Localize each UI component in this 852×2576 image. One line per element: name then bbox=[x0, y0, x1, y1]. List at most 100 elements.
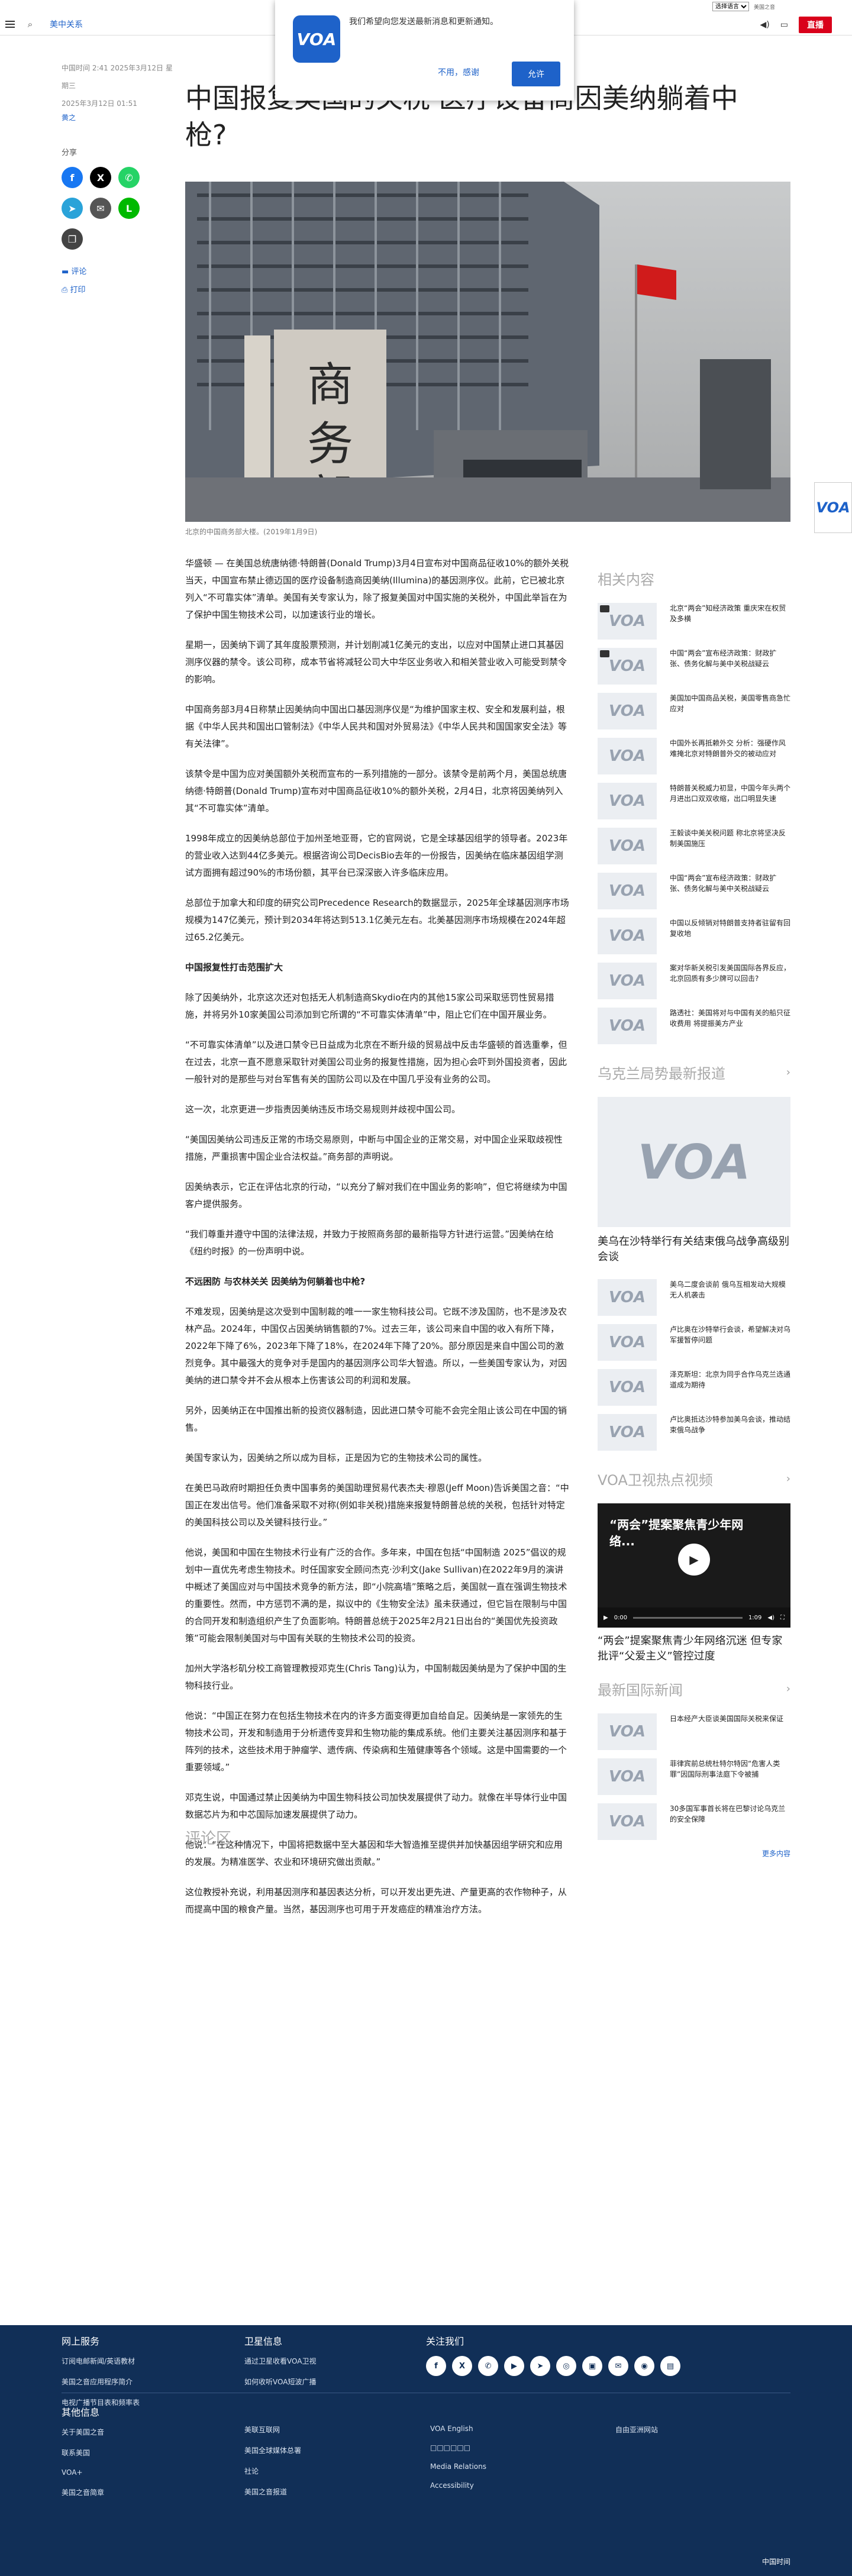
footer-link[interactable]: □□□□□□ bbox=[430, 2443, 486, 2452]
search-icon[interactable]: ⌕ bbox=[20, 19, 40, 30]
related-item[interactable]: VOA 中国外长再抵赖外交 分析：强硬作风难掩北京对特朗普外交的被动应对 bbox=[598, 738, 790, 774]
footer-link[interactable]: 美国之音报道 bbox=[244, 2487, 301, 2497]
item-title[interactable]: 案对华新关税引发美国国际各界反应，北京回质有多少牌可以回击? bbox=[670, 963, 790, 999]
more-link[interactable]: 更多内容 bbox=[598, 1848, 790, 1858]
print-link[interactable]: ⎙ 打印 bbox=[62, 283, 174, 295]
social-icon[interactable]: ◉ bbox=[634, 2356, 654, 2376]
thumbnail-image[interactable]: VOA bbox=[598, 1324, 657, 1361]
social-icon[interactable]: ◎ bbox=[556, 2356, 576, 2376]
related-item[interactable]: VOA 路透社：美国将对与中国有关的船只征收费用 将提振美方产业 bbox=[598, 1008, 790, 1044]
footer-link[interactable]: 订阅电邮新闻/英语教材 bbox=[62, 2356, 140, 2366]
social-icon[interactable]: ▣ bbox=[582, 2356, 602, 2376]
related-item[interactable]: VOA 案对华新关税引发美国国际各界反应，北京回质有多少牌可以回击? bbox=[598, 963, 790, 999]
author-link[interactable]: 黄之 bbox=[62, 112, 174, 122]
footer-link[interactable]: 如何收听VOA短波广播 bbox=[244, 2377, 316, 2387]
item-title[interactable]: 日本经产大臣谈美国国际关税来保证 bbox=[670, 1713, 783, 1750]
item-title[interactable]: 美乌二度会谈前 俄乌互相发动大规模无人机袭击 bbox=[670, 1279, 790, 1316]
thumbnail-image[interactable]: VOA bbox=[598, 1414, 657, 1451]
email-icon[interactable]: ✉ bbox=[90, 198, 111, 219]
thumbnail-image[interactable]: VOA bbox=[598, 963, 657, 999]
item-title[interactable]: 美国加中国商品关税，美国零售商急忙应对 bbox=[670, 693, 790, 729]
social-icon[interactable]: ▤ bbox=[660, 2356, 680, 2376]
audio-icon[interactable]: ◀) bbox=[760, 20, 770, 30]
related-item[interactable]: VOA 北京“两会”知经济政策 重庆宋在权贸及多横 bbox=[598, 603, 790, 640]
item-title[interactable]: 中国外长再抵赖外交 分析：强硬作风难掩北京对特朗普外交的被动应对 bbox=[670, 738, 790, 774]
related-item[interactable]: VOA 美国加中国商品关税，美国零售商急忙应对 bbox=[598, 693, 790, 729]
footer-link[interactable]: VOA English bbox=[430, 2425, 486, 2433]
allow-button[interactable]: 允许 bbox=[512, 62, 560, 86]
intl-item[interactable]: VOA 菲律宾前总统杜特尔特因“危害人类罪”因国际刑事法庭下令被捕 bbox=[598, 1758, 790, 1795]
line-icon[interactable]: L bbox=[118, 198, 140, 219]
thumbnail-image[interactable]: VOA bbox=[598, 648, 657, 685]
progress-track[interactable] bbox=[633, 1616, 743, 1619]
thumbnail-image[interactable]: VOA bbox=[598, 918, 657, 954]
intl-item[interactable]: VOA 30多国军事首长将在巴黎讨论乌克兰的安全保障 bbox=[598, 1803, 790, 1840]
thumbnail-image[interactable]: VOA bbox=[598, 1758, 657, 1795]
social-icon[interactable]: ▶ bbox=[504, 2356, 524, 2376]
fullscreen-icon[interactable]: ⛶ bbox=[780, 1615, 785, 1621]
item-title[interactable]: 特朗普关税威力初显，中国今年头两个月进出口双双收缩，出口明显失速 bbox=[670, 783, 790, 819]
thumbnail-image[interactable]: VOA bbox=[598, 1803, 657, 1840]
live-button[interactable]: 直播 bbox=[799, 17, 832, 33]
comments-link[interactable]: ▬ 评论 bbox=[62, 265, 174, 276]
decline-button[interactable]: 不用，感谢 bbox=[438, 66, 479, 78]
ukraine-item[interactable]: VOA 泽克斯坦：北京为同乎合作乌克兰选通道成为期待 bbox=[598, 1369, 790, 1406]
item-title[interactable]: 卢比奥抵达沙特参加美乌会谈，推动结束俄乌战争 bbox=[670, 1414, 790, 1451]
ukraine-lead-image[interactable]: VOA bbox=[598, 1097, 790, 1227]
thumbnail-image[interactable]: VOA bbox=[598, 1369, 657, 1406]
social-icon[interactable]: X bbox=[452, 2356, 472, 2376]
intl-heading[interactable]: 最新国际新闻 › bbox=[598, 1678, 790, 1699]
social-icon[interactable]: ➤ bbox=[530, 2356, 550, 2376]
footer-link[interactable]: 美国之音应用程序简介 bbox=[62, 2377, 140, 2387]
item-title[interactable]: 路透社：美国将对与中国有关的船只征收费用 将提振美方产业 bbox=[670, 1008, 790, 1044]
item-title[interactable]: 泽克斯坦：北京为同乎合作乌克兰选通道成为期待 bbox=[670, 1369, 790, 1406]
item-title[interactable]: 中国“两会”宣布经济政策：财政扩张、债务化解与美中关税战疑云 bbox=[670, 873, 790, 909]
footer-link[interactable]: 社论 bbox=[244, 2466, 301, 2476]
footer-link[interactable]: 美国之音简章 bbox=[62, 2487, 104, 2497]
related-item[interactable]: VOA 中国“两会”宣布经济政策：财政扩张、债务化解与美中关税战疑云 bbox=[598, 648, 790, 685]
related-item[interactable]: VOA 中国“两会”宣布经济政策：财政扩张、债务化解与美中关税战疑云 bbox=[598, 873, 790, 909]
ukraine-lead-title[interactable]: 美乌在沙特举行有关结束俄乌战争高级别会谈 bbox=[598, 1234, 790, 1265]
menu-icon[interactable] bbox=[0, 23, 20, 25]
play-icon[interactable]: ▶ bbox=[678, 1544, 710, 1576]
footer-link[interactable]: Accessibility bbox=[430, 2481, 486, 2490]
social-icon[interactable]: ✆ bbox=[478, 2356, 498, 2376]
floating-voa-tab[interactable]: VOA bbox=[814, 482, 852, 533]
intl-item[interactable]: VOA 日本经产大臣谈美国国际关税来保证 bbox=[598, 1713, 790, 1750]
thumbnail-image[interactable]: VOA bbox=[598, 1713, 657, 1750]
video-player[interactable]: “两会”提案聚焦青少年网络... ▶ ▶ 0:00 1:09 ◀) ⛶ bbox=[598, 1503, 790, 1628]
whatsapp-icon[interactable]: ✆ bbox=[118, 167, 140, 188]
volume-icon[interactable]: ◀) bbox=[767, 1615, 774, 1621]
x-icon[interactable]: X bbox=[90, 167, 111, 188]
video-caption[interactable]: “两会”提案聚焦青少年网络沉迷 但专家批评“父爱主义”管控过度 bbox=[598, 1634, 790, 1664]
item-title[interactable]: 30多国军事首长将在巴黎讨论乌克兰的安全保障 bbox=[670, 1803, 790, 1840]
social-icon[interactable]: ✉ bbox=[608, 2356, 628, 2376]
footer-link[interactable]: 自由亚洲网站 bbox=[615, 2425, 658, 2435]
language-select[interactable]: 选择语言 bbox=[712, 2, 749, 11]
footer-link[interactable]: 美联互联网 bbox=[244, 2425, 301, 2435]
footer-link[interactable]: VOA+ bbox=[62, 2468, 104, 2477]
thumbnail-image[interactable]: VOA bbox=[598, 738, 657, 774]
footer-link[interactable]: 通过卫星收看VOA卫视 bbox=[244, 2356, 316, 2366]
thumbnail-image[interactable]: VOA bbox=[598, 693, 657, 729]
video-icon[interactable]: ▭ bbox=[780, 20, 788, 30]
footer-link[interactable]: 关于美国之音 bbox=[62, 2427, 104, 2437]
ukraine-item[interactable]: VOA 卢比奥抵达沙特参加美乌会谈，推动结束俄乌战争 bbox=[598, 1414, 790, 1451]
thumbnail-image[interactable]: VOA bbox=[598, 1008, 657, 1044]
item-title[interactable]: 北京“两会”知经济政策 重庆宋在权贸及多横 bbox=[670, 603, 790, 640]
social-icon[interactable]: f bbox=[426, 2356, 446, 2376]
play-small-icon[interactable]: ▶ bbox=[604, 1615, 608, 1621]
thumbnail-image[interactable]: VOA bbox=[598, 603, 657, 640]
item-title[interactable]: 王毅谈中美关税问题 称北京将坚决反制美国施压 bbox=[670, 828, 790, 864]
video-heading[interactable]: VOA卫视热点视频 › bbox=[598, 1468, 790, 1489]
footer-link[interactable]: Media Relations bbox=[430, 2462, 486, 2471]
related-item[interactable]: VOA 特朗普关税威力初显，中国今年头两个月进出口双双收缩，出口明显失速 bbox=[598, 783, 790, 819]
thumbnail-image[interactable]: VOA bbox=[598, 828, 657, 864]
footer-link[interactable]: 美国全球媒体总署 bbox=[244, 2445, 301, 2455]
related-item[interactable]: VOA 中国以反倾销对特朗普支持者驻留有回复收地 bbox=[598, 918, 790, 954]
section-link[interactable]: 美中关系 bbox=[50, 18, 83, 30]
thumbnail-image[interactable]: VOA bbox=[598, 873, 657, 909]
thumbnail-image[interactable]: VOA bbox=[598, 1279, 657, 1316]
footer-link[interactable]: 联系美国 bbox=[62, 2448, 104, 2458]
telegram-icon[interactable]: ➤ bbox=[62, 198, 83, 219]
